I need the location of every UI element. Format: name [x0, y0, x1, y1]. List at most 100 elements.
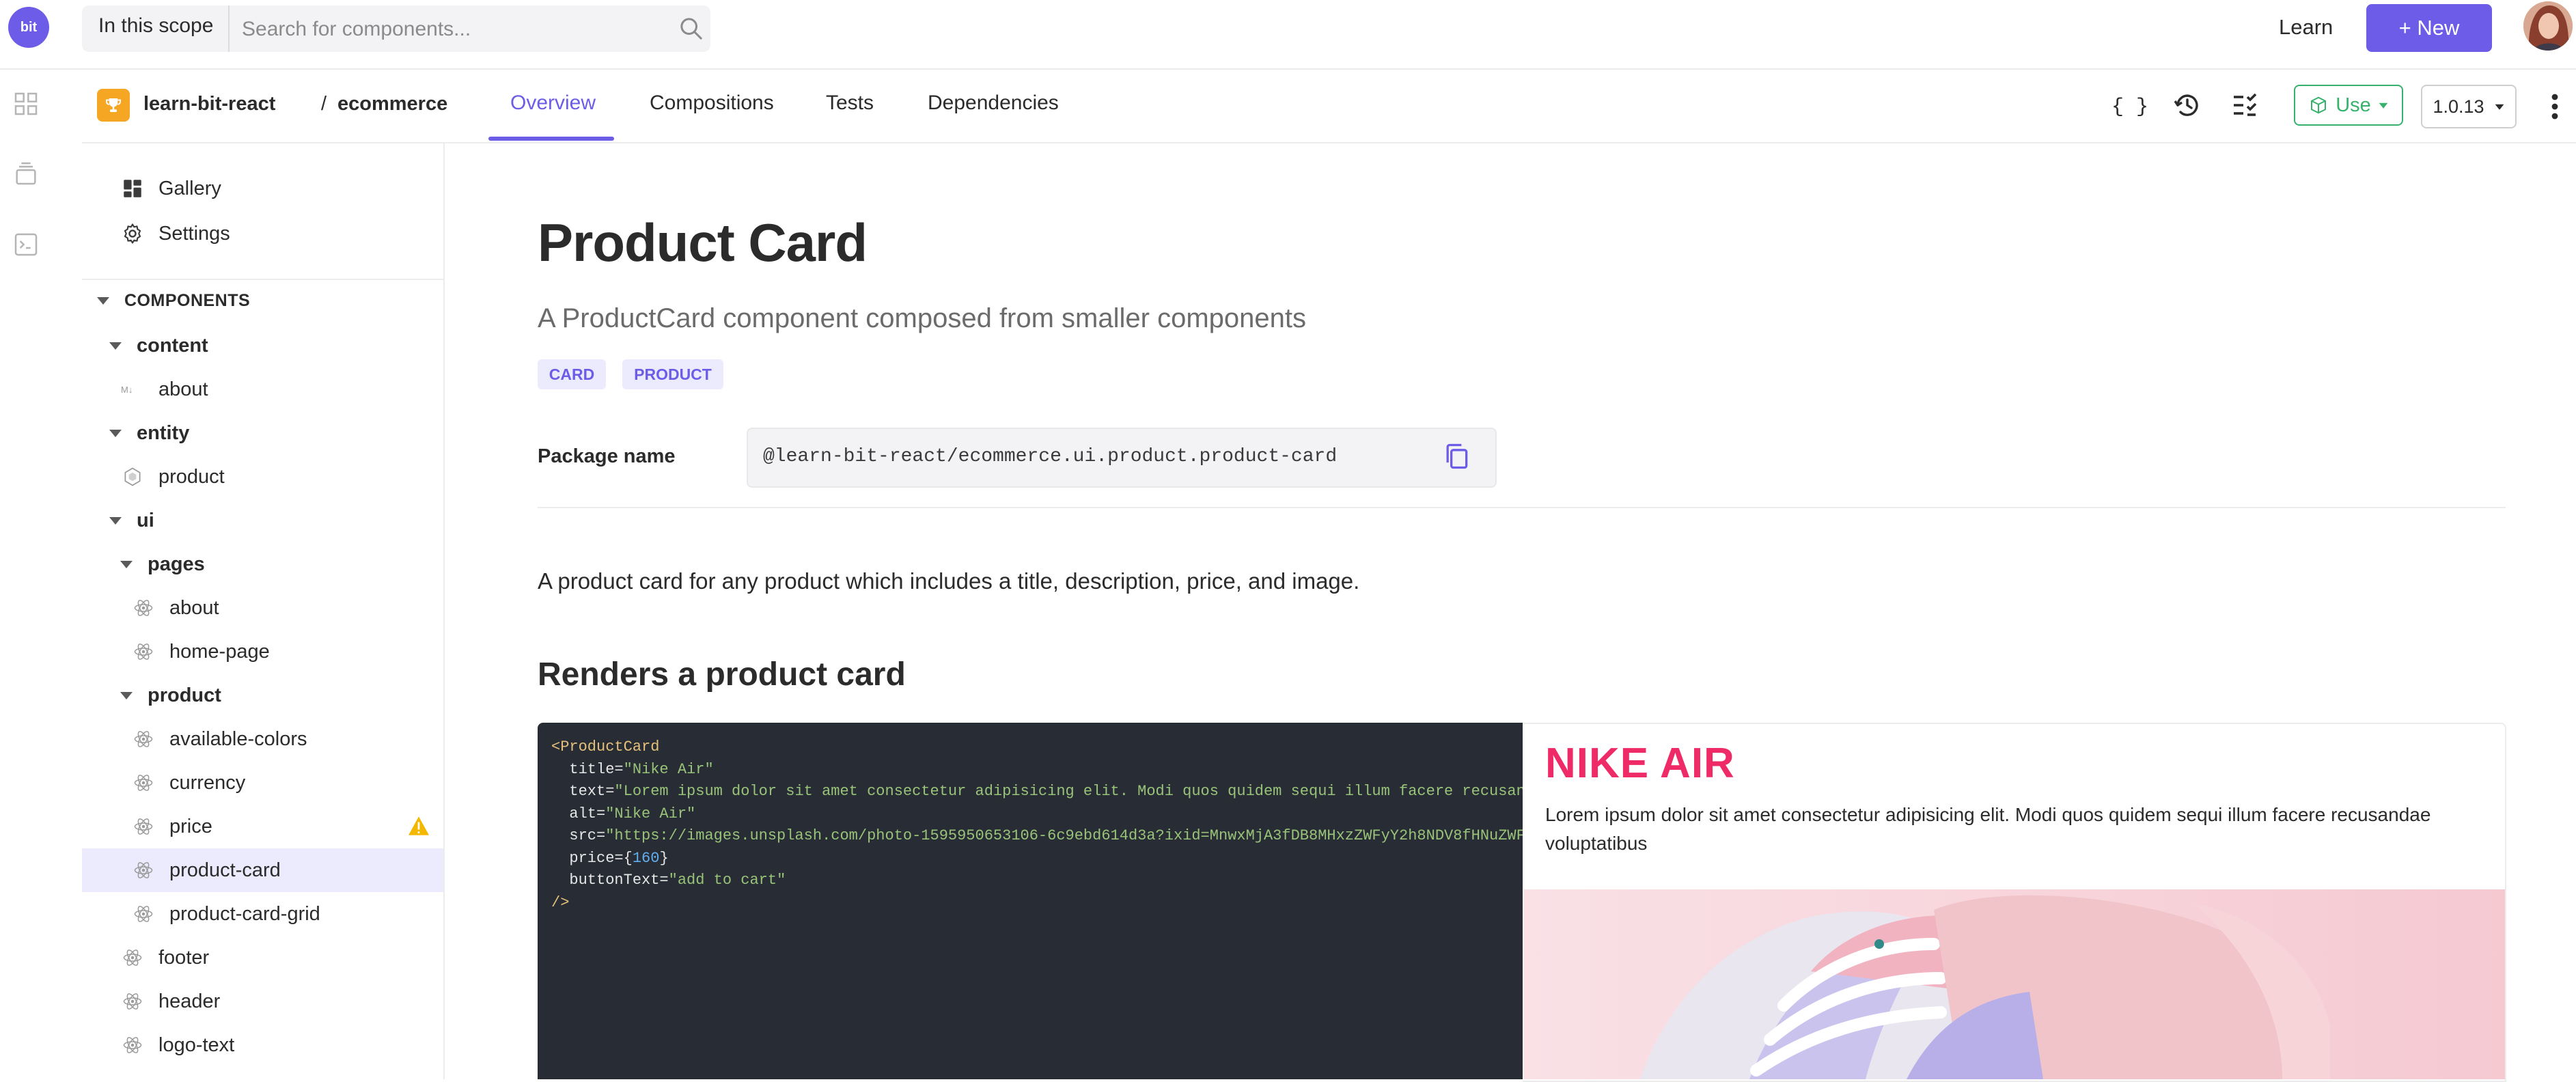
components-header-label: COMPONENTS — [124, 290, 251, 310]
code-prop-name: buttonText= — [569, 872, 669, 889]
history-icon[interactable] — [2171, 89, 2204, 122]
sidebar-tree-label: entity — [137, 421, 190, 444]
package-name-value[interactable]: @learn-bit-react/ecommerce.ui.product.pr… — [763, 446, 1337, 467]
code-braces-icon[interactable]: { } — [2114, 89, 2146, 122]
code-editor[interactable]: <ProductCard title="Nike Air" text="Lore… — [538, 723, 1523, 1079]
sidebar-tree-item[interactable]: home-page — [82, 630, 443, 674]
checklist-icon[interactable] — [2228, 89, 2261, 122]
sidebar-tree-item[interactable]: product — [82, 674, 443, 717]
react-icon — [131, 771, 156, 795]
gear-icon — [120, 221, 145, 246]
sidebar-tree-item[interactable]: product — [82, 455, 443, 499]
breadcrumb-name[interactable]: ecommerce — [337, 93, 447, 115]
sidebar-tree-item[interactable]: about — [82, 586, 443, 630]
layers-icon[interactable] — [12, 160, 40, 187]
user-avatar[interactable] — [2523, 1, 2573, 51]
use-button-label: Use — [2336, 94, 2371, 116]
entity-icon — [120, 464, 145, 489]
sidebar-item-settings[interactable]: Settings — [82, 212, 443, 255]
sidebar-tree-item[interactable]: logo-text — [82, 1023, 443, 1067]
svg-text:M↓: M↓ — [121, 385, 133, 395]
version-select[interactable]: 1.0.13 — [2421, 85, 2517, 128]
bit-logo[interactable]: bit — [8, 7, 49, 48]
terminal-icon[interactable] — [12, 231, 40, 258]
sidebar-tree-item[interactable]: product-card-grid — [82, 892, 443, 936]
code-prop-value: "add to cart" — [668, 872, 786, 889]
code-prop-name: alt= — [569, 805, 606, 822]
scope-filter-label[interactable]: In this scope — [98, 14, 213, 38]
code-brace: } — [659, 849, 669, 867]
caret-down-icon — [120, 691, 133, 699]
react-icon — [120, 989, 145, 1014]
breadcrumb-scope[interactable]: learn-bit-react — [143, 93, 275, 115]
sidebar-tree-label: content — [137, 334, 208, 357]
tab-compositions[interactable]: Compositions — [650, 92, 774, 115]
product-card-text: Lorem ipsum dolor sit amet consectetur a… — [1545, 804, 2431, 854]
copy-icon[interactable] — [1441, 440, 1471, 473]
breadcrumb-separator: / — [321, 93, 327, 115]
grid-icon[interactable] — [12, 90, 40, 117]
composition-title: Renders a product card — [538, 656, 906, 693]
scope-divider — [228, 5, 230, 52]
tab-tests[interactable]: Tests — [826, 92, 874, 115]
code-prop-value: 160 — [632, 849, 660, 867]
sidebar-tree-item[interactable]: ui — [82, 499, 443, 542]
sidebar-tree-item[interactable]: entity — [82, 411, 443, 455]
tag-product[interactable]: PRODUCT — [622, 359, 723, 389]
sidebar-tree-label: ui — [137, 509, 154, 531]
code-brace: { — [623, 849, 633, 867]
sidebar-item-label: Settings — [158, 222, 230, 245]
caret-down-icon — [109, 429, 122, 437]
sidebar-tree-item[interactable]: available-colors — [82, 717, 443, 761]
version-label: 1.0.13 — [2433, 96, 2484, 117]
scope-badge[interactable] — [97, 89, 130, 122]
more-vertical-icon[interactable] — [2541, 90, 2568, 123]
tab-dependencies[interactable]: Dependencies — [928, 92, 1059, 115]
react-icon — [120, 1033, 145, 1057]
sidebar-tree-item[interactable]: pages — [82, 542, 443, 586]
new-button[interactable]: + New — [2366, 4, 2492, 52]
react-icon — [120, 945, 145, 970]
sidebar-tree-label: price — [169, 815, 212, 837]
search-input[interactable] — [240, 10, 667, 49]
warning-icon — [408, 816, 429, 835]
react-icon — [131, 902, 156, 926]
tab-overview[interactable]: Overview — [510, 92, 596, 115]
caret-down-icon — [120, 560, 133, 568]
sidebar-tree-item[interactable]: M↓ about — [82, 367, 443, 411]
code-prop-value: "https://images.unsplash.com/photo-15959… — [605, 827, 1523, 844]
search-icon[interactable] — [678, 15, 705, 42]
sidebar-tree-label: product — [148, 684, 221, 706]
sidebar-border — [443, 143, 445, 1079]
avatar-portrait-icon — [2523, 1, 2573, 51]
sidebar-tree-label: home-page — [169, 640, 270, 663]
sidebar-tree-label: currency — [169, 771, 246, 794]
section-divider — [538, 507, 2506, 508]
use-button[interactable]: Use — [2294, 85, 2403, 126]
sidebar-tree-item[interactable]: product-card — [82, 848, 443, 892]
svg-text:{ }: { } — [2114, 96, 2146, 119]
component-description: A product card for any product which inc… — [538, 568, 1360, 594]
markdown-icon: M↓ — [120, 377, 145, 402]
sidebar-tree-item[interactable]: currency — [82, 761, 443, 805]
sidebar-tree-item[interactable]: footer — [82, 936, 443, 980]
react-icon — [131, 639, 156, 664]
components-section-header[interactable]: COMPONENTS — [82, 279, 443, 322]
code-prop-value: "Nike Air" — [623, 760, 714, 778]
page-subtitle: A ProductCard component composed from sm… — [538, 303, 1306, 333]
sidebar-tree-label: product — [158, 465, 225, 488]
caret-down-icon — [109, 516, 122, 525]
page-title: Product Card — [538, 212, 868, 273]
code-prop-value: "Lorem ipsum dolor sit amet consectetur … — [614, 783, 1523, 800]
sidebar-item-gallery[interactable]: Gallery — [82, 167, 443, 210]
code-block[interactable]: <ProductCard title="Nike Air" text="Lore… — [551, 736, 1523, 914]
sidebar-tree-item[interactable]: price — [82, 805, 443, 848]
tag-card[interactable]: CARD — [538, 359, 606, 389]
sidebar-tree-item[interactable]: content — [82, 324, 443, 367]
code-prop-name: text= — [569, 783, 615, 800]
package-icon — [2311, 96, 2327, 114]
code-prop-name: title= — [569, 760, 624, 778]
sidebar-tree-item[interactable]: header — [82, 980, 443, 1023]
learn-link[interactable]: Learn — [2279, 15, 2333, 40]
code-tag-close: /> — [551, 893, 570, 911]
